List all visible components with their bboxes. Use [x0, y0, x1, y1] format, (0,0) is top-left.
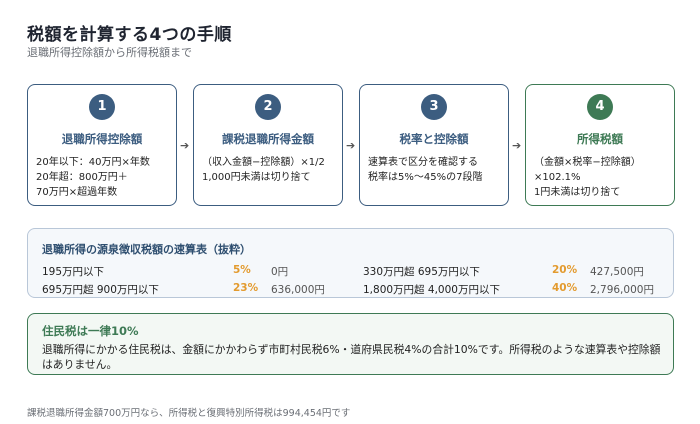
table-deduction: 2,796,000円 [590, 284, 654, 296]
step-line: 速算表で区分を確認する [368, 157, 478, 168]
step-card-2: 2 課税退職所得金額 （収入金額−控除額）×1/2 1,000円未満は切り捨て [193, 84, 343, 206]
page-subtitle: 退職所得控除額から所得税額まで [27, 46, 192, 59]
step-number-4: 4 [587, 94, 613, 120]
step-line: 1円未満は切り捨て [534, 187, 621, 198]
step-line: （収入金額−控除額）×1/2 [202, 157, 325, 168]
step-body-1: 20年以下：40万円×年数 20年超：800万円＋ 70万円×超過年数 [36, 155, 170, 200]
step-title-4: 所得税額 [577, 132, 623, 146]
arrow-icon: ➔ [512, 139, 522, 152]
table-deduction: 427,500円 [590, 266, 644, 278]
step-body-4: （金額×税率−控除額） ×102.1% 1円未満は切り捨て [534, 155, 668, 200]
table-rate: 23% [233, 282, 259, 294]
step-line: ×102.1% [534, 172, 581, 183]
step-number-1: 1 [89, 94, 115, 120]
arrow-icon: ➔ [346, 139, 356, 152]
footer-note: 課税退職所得金額700万円なら、所得税と復興特別所得税は994,454円です [27, 408, 351, 419]
page-title: 税額を計算する4つの手順 [27, 25, 232, 45]
step-card-3: 3 税率と控除額 速算表で区分を確認する 税率は5%〜45%の7段階 [359, 84, 509, 206]
step-line: 税率は5%〜45%の7段階 [368, 172, 483, 183]
table-deduction: 636,000円 [271, 284, 325, 296]
step-title-3: 税率と控除額 [399, 132, 469, 146]
step-card-4: 4 所得税額 （金額×税率−控除額） ×102.1% 1円未満は切り捨て [525, 84, 675, 206]
step-line: 70万円×超過年数 [36, 187, 118, 198]
table-title: 退職所得の源泉徴収税額の速算表（抜粋） [42, 243, 251, 256]
resident-tax-title: 住民税は一律10% [42, 324, 139, 338]
resident-tax-body: 退職所得にかかる住民税は、金額にかかわらず市町村民税6%・道府県民税4%の合計1… [42, 343, 661, 371]
table-rate: 20% [552, 264, 578, 276]
tax-rate-table: 退職所得の源泉徴収税額の速算表（抜粋） 195万円以下 5% 0円 695万円超… [27, 228, 674, 298]
step-number-3: 3 [421, 94, 447, 120]
step-body-2: （収入金額−控除額）×1/2 1,000円未満は切り捨て [202, 155, 336, 185]
resident-tax-box: 住民税は一律10% 退職所得にかかる住民税は、金額にかかわらず市町村民税6%・道… [27, 313, 674, 375]
table-rate: 40% [552, 282, 578, 294]
table-deduction: 0円 [271, 266, 289, 278]
table-range: 330万円超 695万円以下 [363, 266, 480, 278]
step-title-1: 退職所得控除額 [61, 132, 143, 146]
table-rate: 5% [233, 264, 251, 276]
arrow-icon: ➔ [180, 139, 190, 152]
table-range: 695万円超 900万円以下 [42, 284, 159, 296]
step-body-3: 速算表で区分を確認する 税率は5%〜45%の7段階 [368, 155, 502, 185]
step-line: 1,000円未満は切り捨て [202, 172, 311, 183]
step-line: 20年以下：40万円×年数 [36, 157, 150, 168]
step-number-2: 2 [255, 94, 281, 120]
step-line: 20年超：800万円＋ [36, 172, 128, 183]
step-title-2: 課税退職所得金額 [222, 132, 314, 146]
table-range: 1,800万円超 4,000万円以下 [363, 284, 500, 296]
step-line: （金額×税率−控除額） [534, 157, 641, 168]
table-range: 195万円以下 [42, 266, 105, 278]
step-card-1: 1 退職所得控除額 20年以下：40万円×年数 20年超：800万円＋ 70万円… [27, 84, 177, 206]
